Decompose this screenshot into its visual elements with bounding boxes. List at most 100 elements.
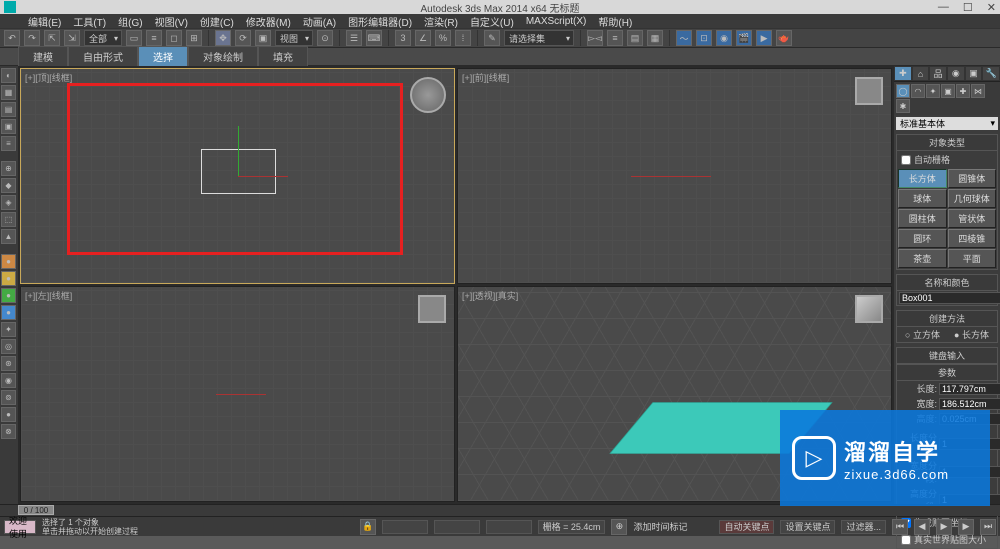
btn-cone[interactable]: 圆锥体 — [948, 169, 997, 188]
manip-button[interactable]: ☰ — [346, 30, 362, 46]
ribbon-tab-populate[interactable]: 填充 — [258, 46, 308, 67]
viewcube-left[interactable] — [418, 295, 446, 323]
play-start-button[interactable]: ⏮ — [892, 519, 908, 535]
lt-icon-13[interactable]: ● — [1, 288, 16, 303]
menu-group[interactable]: 组(G) — [118, 14, 142, 29]
ribbon-toggle-button[interactable]: ▦ — [647, 30, 663, 46]
lt-icon-2[interactable]: ▦ — [1, 85, 16, 100]
lt-icon-6[interactable]: ⊕ — [1, 161, 16, 176]
shapes-icon[interactable]: ◠ — [911, 84, 925, 98]
coord-x[interactable] — [382, 520, 428, 534]
select-name-button[interactable]: ≡ — [146, 30, 162, 46]
schematic-button[interactable]: ⊡ — [696, 30, 712, 46]
hierarchy-tab[interactable]: 品 — [929, 66, 947, 81]
move-button[interactable]: ✥ — [215, 30, 231, 46]
systems-icon[interactable]: ✱ — [896, 99, 910, 113]
play-end-button[interactable]: ⏭ — [980, 519, 996, 535]
time-tag-button[interactable]: ⊕ — [611, 519, 627, 535]
close-button[interactable]: ✕ — [987, 1, 996, 14]
maximize-button[interactable]: ☐ — [963, 1, 973, 14]
snap-button[interactable]: 3 — [395, 30, 411, 46]
lt-icon-17[interactable]: ⊛ — [1, 356, 16, 371]
viewport-persp-label[interactable]: [+][透视][真实] — [462, 289, 518, 302]
lt-icon-20[interactable]: ● — [1, 407, 16, 422]
ribbon-tab-modeling[interactable]: 建模 — [18, 46, 68, 67]
helpers-icon[interactable]: ✚ — [956, 84, 970, 98]
undo-button[interactable]: ↶ — [4, 30, 20, 46]
btn-plane[interactable]: 平面 — [948, 249, 997, 268]
lt-icon-5[interactable]: ≡ — [1, 136, 16, 151]
mirror-button[interactable]: ▻◅ — [587, 30, 603, 46]
lock-icon[interactable]: 🔒 — [360, 519, 376, 535]
render-frame-button[interactable]: ▶ — [756, 30, 772, 46]
create-method-title[interactable]: 创建方法 — [897, 311, 997, 327]
select-rect-button[interactable]: ◻ — [166, 30, 182, 46]
lt-icon-1[interactable]: ◐ — [1, 68, 16, 83]
menu-create[interactable]: 创建(C) — [200, 14, 234, 29]
btn-sphere[interactable]: 球体 — [898, 189, 947, 208]
menu-edit[interactable]: 编辑(E) — [28, 14, 61, 29]
curve-editor-button[interactable]: 〜 — [676, 30, 692, 46]
lt-icon-19[interactable]: ⊚ — [1, 390, 16, 405]
object-name-input[interactable] — [899, 292, 1000, 304]
lt-icon-15[interactable]: ✦ — [1, 322, 16, 337]
object-type-title[interactable]: 对象类型 — [897, 135, 997, 151]
layer-button[interactable]: ▤ — [627, 30, 643, 46]
lt-icon-9[interactable]: ⬚ — [1, 212, 16, 227]
ribbon-tab-freeform[interactable]: 自由形式 — [68, 46, 138, 67]
viewport-top[interactable]: [+][顶][线框] — [20, 68, 455, 284]
render-button[interactable]: 🫖 — [776, 30, 792, 46]
rotate-button[interactable]: ⟳ — [235, 30, 251, 46]
selection-filter-dropdown[interactable]: 全部 — [84, 30, 122, 46]
scale-button[interactable]: ▣ — [255, 30, 271, 46]
viewcube-front[interactable] — [855, 77, 883, 105]
lt-icon-3[interactable]: ▤ — [1, 102, 16, 117]
autogrid-checkbox[interactable] — [901, 155, 911, 165]
params-title[interactable]: 参数 — [897, 364, 997, 381]
lt-icon-12[interactable]: ● — [1, 271, 16, 286]
realworld-checkbox[interactable] — [901, 535, 911, 545]
viewport-front-label[interactable]: [+][前][线框] — [462, 71, 509, 84]
viewcube-persp[interactable] — [855, 295, 883, 323]
lt-icon-21[interactable]: ⊗ — [1, 424, 16, 439]
create-tab[interactable]: ✚ — [894, 66, 912, 81]
menu-modifiers[interactable]: 修改器(M) — [246, 14, 291, 29]
play-button[interactable]: ▶ — [936, 519, 952, 535]
modify-tab[interactable]: ⌂ — [912, 66, 930, 81]
btn-box[interactable]: 长方体 — [898, 169, 947, 188]
setkey-button[interactable]: 设置关键点 — [780, 520, 835, 534]
link-button[interactable]: ⇱ — [44, 30, 60, 46]
lt-icon-16[interactable]: ◎ — [1, 339, 16, 354]
minimize-button[interactable]: — — [938, 1, 949, 14]
keyfilter-button[interactable]: 过滤器... — [841, 520, 886, 534]
named-selection-dropdown[interactable]: 请选择集 — [504, 30, 574, 46]
lt-icon-7[interactable]: ◆ — [1, 178, 16, 193]
menu-help[interactable]: 帮助(H) — [598, 14, 632, 29]
add-time-tag-label[interactable]: 添加时间标记 — [633, 520, 687, 533]
welcome-prompt[interactable]: 欢迎使用 — [4, 520, 36, 534]
menu-render[interactable]: 渲染(R) — [424, 14, 458, 29]
named-sel-edit-button[interactable]: ✎ — [484, 30, 500, 46]
angle-snap-button[interactable]: ∠ — [415, 30, 431, 46]
percent-snap-button[interactable]: % — [435, 30, 451, 46]
window-crossing-button[interactable]: ⊞ — [186, 30, 202, 46]
btn-geosphere[interactable]: 几何球体 — [948, 189, 997, 208]
length-input[interactable] — [939, 383, 1000, 395]
render-setup-button[interactable]: 🎬 — [736, 30, 752, 46]
play-prev-button[interactable]: ◀ — [914, 519, 930, 535]
radio-box-label[interactable]: ● 长方体 — [954, 328, 989, 341]
play-next-button[interactable]: ▶ — [958, 519, 974, 535]
menu-view[interactable]: 视图(V) — [155, 14, 188, 29]
keyboard-title[interactable]: 键盘输入 — [897, 348, 997, 364]
lt-icon-14[interactable]: ● — [1, 305, 16, 320]
material-editor-button[interactable]: ◉ — [716, 30, 732, 46]
lt-icon-10[interactable]: ▲ — [1, 229, 16, 244]
keymode-button[interactable]: ⌨ — [366, 30, 382, 46]
coord-z[interactable] — [486, 520, 532, 534]
cameras-icon[interactable]: ▣ — [941, 84, 955, 98]
viewport-left-label[interactable]: [+][左][线框] — [25, 289, 72, 302]
lt-icon-18[interactable]: ◉ — [1, 373, 16, 388]
pivot-button[interactable]: ⊙ — [317, 30, 333, 46]
utilities-tab[interactable]: 🔧 — [982, 66, 1000, 81]
menu-customize[interactable]: 自定义(U) — [470, 14, 514, 29]
